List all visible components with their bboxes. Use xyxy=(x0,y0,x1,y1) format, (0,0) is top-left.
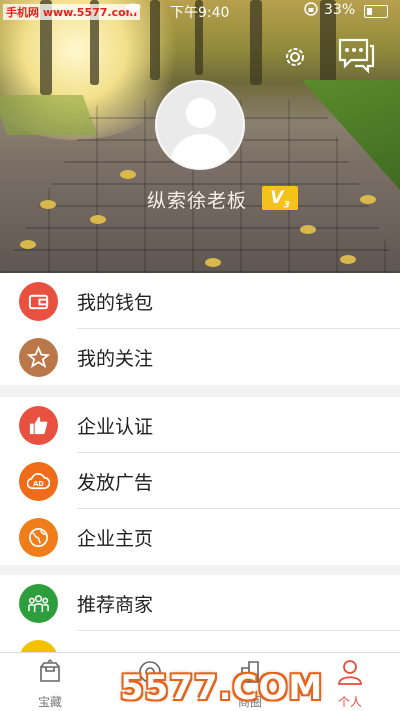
leaf xyxy=(40,200,56,209)
leaf xyxy=(90,215,106,224)
vip-badge-letter: V xyxy=(270,188,284,208)
leaf xyxy=(360,195,376,204)
star-icon xyxy=(19,338,58,377)
tab-label: 宝藏 xyxy=(37,695,62,709)
menu-item-certification[interactable]: 企业认证 xyxy=(0,397,400,453)
menu-group-account: 我的钱包 我的关注 xyxy=(0,273,400,385)
svg-text:AD: AD xyxy=(33,480,44,488)
settings-gear-icon[interactable] xyxy=(282,44,308,70)
avatar[interactable] xyxy=(155,80,245,170)
menu-item-label: 我的钱包 xyxy=(77,292,154,314)
ad-cloud-icon: AD xyxy=(19,462,58,501)
globe-icon xyxy=(19,518,58,557)
status-bar: 手机网 www.5577.com 下午9:40 33% xyxy=(0,0,400,22)
wallet-icon xyxy=(19,282,58,321)
thumbs-up-icon xyxy=(19,406,58,445)
vip-badge: V3 xyxy=(262,186,298,210)
menu-item-advertise[interactable]: AD 发放广告 xyxy=(0,453,400,509)
site-watermark-overlay: 5577.COM xyxy=(120,668,324,708)
leaf xyxy=(300,225,316,234)
profile-header: 手机网 www.5577.com 下午9:40 33% 纵索徐老板 V3 xyxy=(0,0,400,273)
menu-item-label: 推荐商家 xyxy=(77,594,154,616)
wifi-icon xyxy=(124,3,142,20)
people-icon xyxy=(19,584,58,623)
rotation-lock-icon xyxy=(304,2,318,19)
battery-percent: 33% xyxy=(324,2,356,18)
battery-icon xyxy=(364,5,388,18)
menu-item-label: 发放广告 xyxy=(77,472,154,494)
leaf xyxy=(20,240,36,249)
menu-item-recommend-merchants[interactable]: 推荐商家 xyxy=(0,575,400,631)
tab-treasure[interactable]: 宝藏 xyxy=(0,653,100,711)
message-icon[interactable] xyxy=(337,36,375,74)
menu-item-label: 企业主页 xyxy=(77,528,154,550)
person-icon xyxy=(338,660,362,685)
menu-item-wallet[interactable]: 我的钱包 xyxy=(0,273,400,329)
treasure-icon xyxy=(40,659,60,682)
leaf xyxy=(340,255,356,264)
grass xyxy=(0,95,98,135)
menu-item-follow[interactable]: 我的关注 xyxy=(0,329,400,385)
username[interactable]: 纵索徐老板 xyxy=(147,186,247,213)
menu-item-homepage[interactable]: 企业主页 xyxy=(0,509,400,565)
site-watermark: 手机网 www.5577.com xyxy=(3,4,141,20)
menu-item-label: 企业认证 xyxy=(77,416,154,438)
leaf xyxy=(205,258,221,267)
menu-item-label: 我的关注 xyxy=(77,348,154,370)
leaf xyxy=(120,170,136,179)
menu-group-business: 企业认证 AD 发放广告 企业主页 xyxy=(0,397,400,565)
clock: 下午9:40 xyxy=(170,5,230,21)
vip-level: 3 xyxy=(283,200,290,211)
